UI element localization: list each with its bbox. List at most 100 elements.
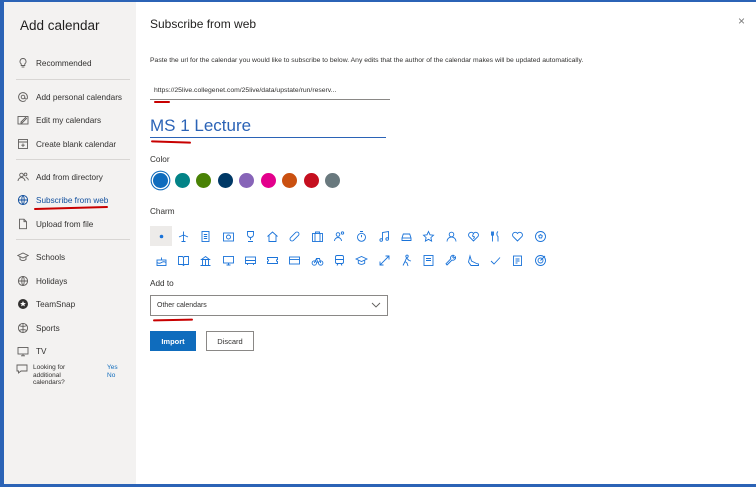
charm-notepad-icon[interactable] [195, 226, 217, 246]
charm-fork-knife-icon[interactable] [484, 226, 506, 246]
close-icon[interactable]: × [738, 14, 745, 28]
sidebar-item-recommended[interactable]: Recommended [16, 54, 92, 72]
chat-icon [16, 364, 28, 374]
charm-row-1 [150, 226, 551, 246]
sidebar-item-create-blank[interactable]: Create blank calendar [16, 135, 116, 153]
charm-bicycle-icon[interactable] [306, 250, 328, 270]
add-to-selected-value: Other calendars [157, 302, 207, 309]
sidebar-item-label: Add personal calendars [36, 92, 123, 102]
charm-people-icon[interactable] [328, 226, 350, 246]
charm-shoe-icon[interactable] [462, 250, 484, 270]
sidebar-item-label: Sports [36, 323, 60, 333]
sidebar-item-teamsnap[interactable]: TeamSnap [16, 295, 75, 313]
at-sign-icon [16, 90, 30, 104]
url-input[interactable] [150, 82, 390, 100]
charm-soccer-ball-icon[interactable] [529, 226, 551, 246]
charm-cake-icon[interactable] [150, 250, 172, 270]
sidebar-divider [16, 79, 130, 80]
charm-graduation-cap-icon[interactable] [351, 250, 373, 270]
color-swatch[interactable] [260, 173, 276, 188]
color-swatch[interactable] [282, 173, 297, 188]
charm-check-icon[interactable] [484, 250, 506, 270]
sidebar-item-label: Edit my calendars [36, 115, 102, 125]
pencil-box-icon [16, 113, 30, 127]
charm-row-2 [150, 250, 551, 270]
globe-icon [16, 193, 30, 207]
color-swatch[interactable] [174, 173, 190, 188]
sidebar-item-tv[interactable]: TV [16, 342, 46, 360]
charm-car-icon[interactable] [395, 226, 417, 246]
looking-for-text: Looking for additional calendars? [33, 364, 66, 386]
document-icon [16, 217, 30, 231]
sidebar-item-label: Subscribe from web [36, 195, 109, 205]
panel-title: Subscribe from web [150, 17, 257, 31]
lightbulb-icon [16, 56, 30, 70]
ball-icon [16, 321, 30, 335]
color-label: Color [150, 155, 170, 164]
charm-wrench-icon[interactable] [440, 250, 462, 270]
globe-icon [16, 274, 30, 288]
color-swatch[interactable] [217, 173, 233, 188]
color-swatches [153, 173, 347, 188]
add-to-label: Add to [150, 279, 174, 288]
sidebar-item-add-directory[interactable]: Add from directory [16, 168, 103, 186]
sidebar-divider [16, 239, 130, 240]
sidebar-item-schools[interactable]: Schools [16, 248, 65, 266]
no-link[interactable]: No [107, 372, 118, 380]
charm-label: Charm [150, 207, 175, 216]
charm-trophy-icon[interactable] [239, 226, 261, 246]
color-swatch[interactable] [239, 173, 254, 188]
sidebar-item-sports[interactable]: Sports [16, 319, 60, 337]
color-swatch[interactable] [303, 173, 319, 188]
looking-for-more-prompt: Looking for additional calendars? Yes No [16, 364, 118, 387]
sidebar-item-label: Recommended [36, 58, 92, 68]
charm-briefcase-icon[interactable] [306, 226, 328, 246]
sidebar-item-label: Create blank calendar [36, 139, 117, 149]
sidebar-item-add-personal[interactable]: Add personal calendars [16, 88, 122, 106]
charm-stopwatch-icon[interactable] [351, 226, 373, 246]
discard-button[interactable]: Discard [206, 331, 254, 351]
add-to-select[interactable]: Other calendars [150, 295, 388, 316]
sidebar-divider [16, 159, 130, 160]
charm-ticket-icon[interactable] [261, 250, 283, 270]
sidebar: Add calendar Recommended Add personal ca… [4, 2, 136, 484]
charm-pill-icon[interactable] [284, 226, 306, 246]
sidebar-item-label: TV [36, 346, 47, 356]
charm-card-icon[interactable] [284, 250, 306, 270]
charm-camera-icon[interactable] [217, 226, 239, 246]
calendar-add-icon [16, 137, 30, 151]
charm-bus-icon[interactable] [239, 250, 261, 270]
charm-heart-broken-icon[interactable] [462, 226, 484, 246]
import-button[interactable]: Import [150, 331, 196, 351]
sidebar-title: Add calendar [20, 18, 100, 33]
charm-star-icon[interactable] [418, 226, 440, 246]
instructions-text: Paste the url for the calendar you would… [150, 57, 584, 64]
charm-dot-icon[interactable] [150, 226, 173, 246]
charm-building-icon[interactable] [195, 250, 217, 270]
color-swatch[interactable] [196, 173, 211, 188]
charm-airplane-icon[interactable] [172, 226, 194, 246]
charm-book-icon[interactable] [172, 250, 194, 270]
color-swatch[interactable] [153, 173, 168, 188]
chevron-down-icon [371, 302, 381, 310]
sidebar-item-upload-file[interactable]: Upload from file [16, 215, 93, 233]
charm-clipboard-icon[interactable] [507, 250, 529, 270]
charm-music-icon[interactable] [373, 226, 395, 246]
charm-walking-icon[interactable] [395, 250, 417, 270]
sidebar-item-label: TeamSnap [36, 299, 76, 309]
charm-home-icon[interactable] [261, 226, 283, 246]
charm-monitor-icon[interactable] [217, 250, 239, 270]
yes-link[interactable]: Yes [107, 364, 118, 372]
charm-person-icon[interactable] [440, 226, 462, 246]
sidebar-item-edit-calendars[interactable]: Edit my calendars [16, 111, 101, 129]
charm-book-open-icon[interactable] [418, 250, 440, 270]
color-swatch[interactable] [325, 173, 340, 188]
charm-train-icon[interactable] [328, 250, 350, 270]
people-icon [16, 170, 30, 184]
charm-target-icon[interactable] [529, 250, 551, 270]
charm-heart-icon[interactable] [507, 226, 529, 246]
charm-expand-arrows-icon[interactable] [373, 250, 395, 270]
sidebar-item-holidays[interactable]: Holidays [16, 272, 67, 290]
tv-icon [16, 344, 30, 358]
calendar-name-input[interactable] [150, 114, 386, 138]
